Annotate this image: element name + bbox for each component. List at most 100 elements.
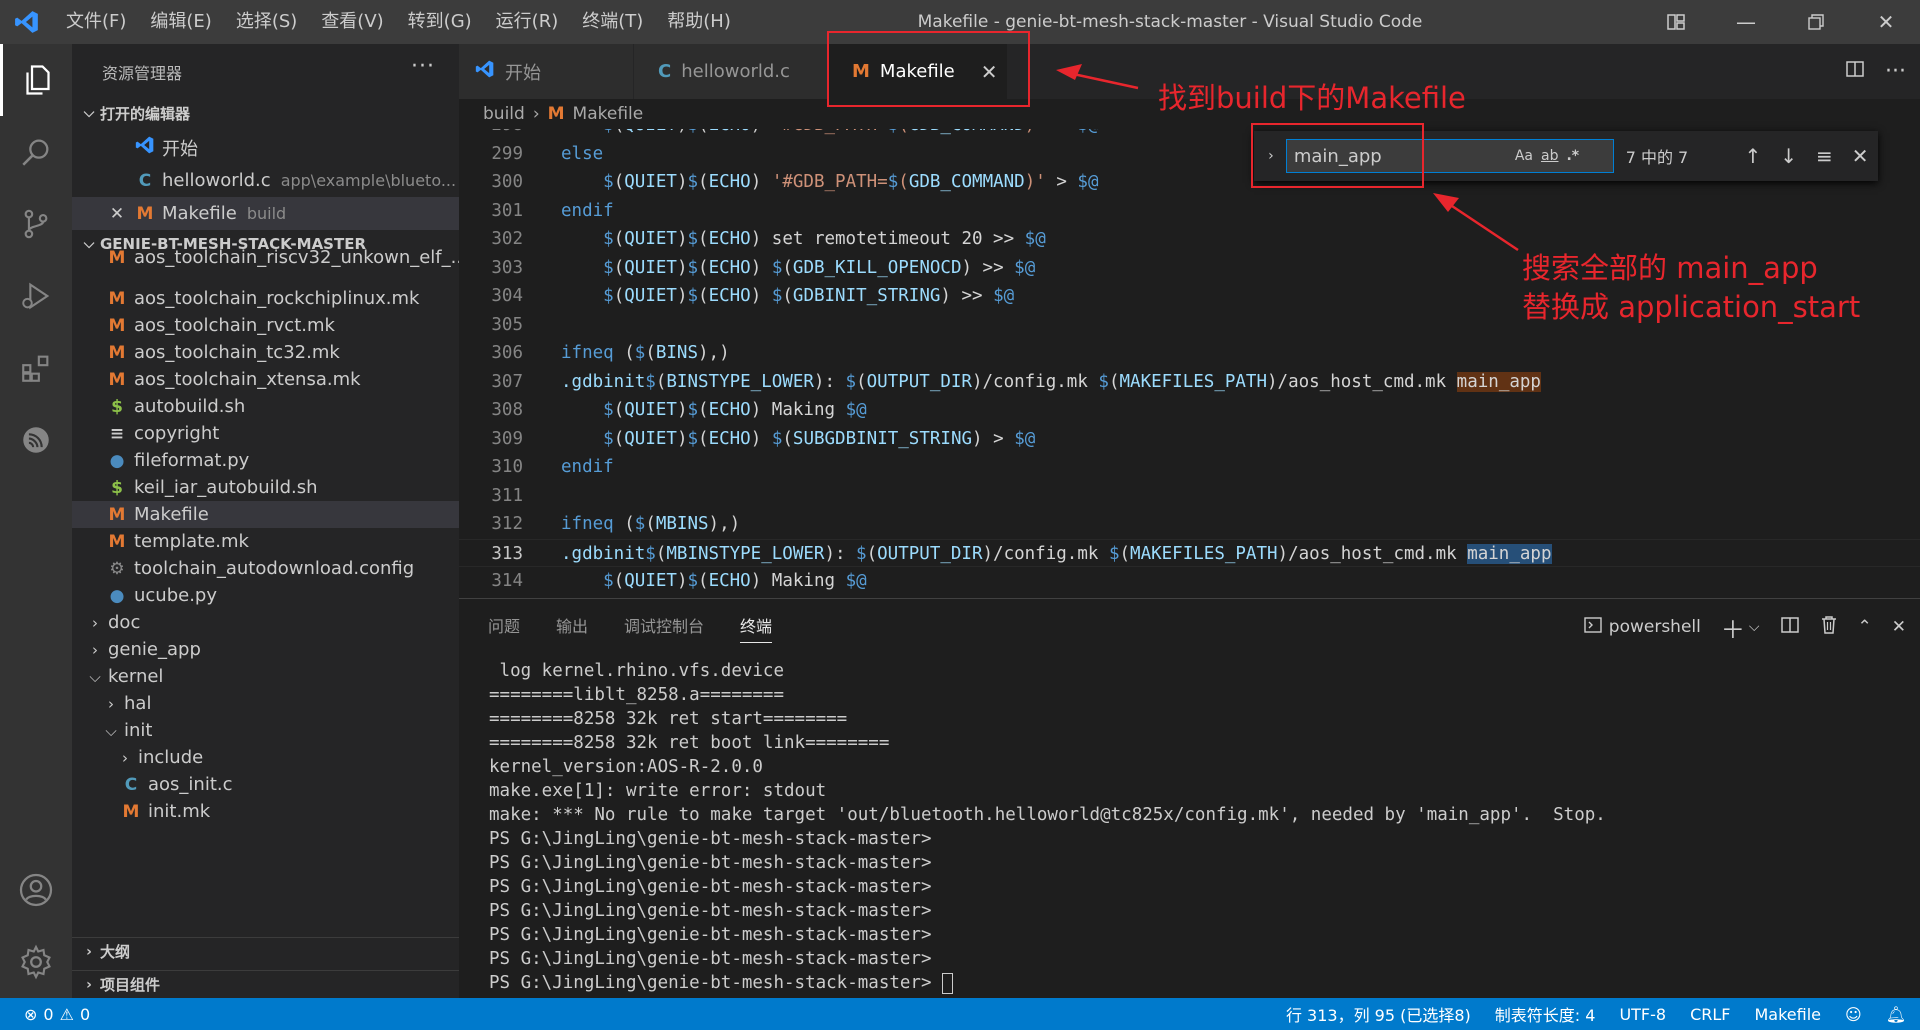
code-editor[interactable]: 298 $(QUIET)$(ECHO) '#GDB_PATH=$(GDB_COM… bbox=[459, 129, 1920, 598]
breadcrumb-file[interactable]: Makefile bbox=[573, 104, 644, 124]
code-line[interactable]: 311 bbox=[459, 482, 1920, 511]
add-terminal-icon[interactable]: ＋ bbox=[1721, 610, 1745, 645]
code-line[interactable]: 301 endif bbox=[459, 197, 1920, 226]
open-editors-section[interactable]: ⌵ 打开的编辑器 bbox=[72, 99, 459, 127]
folder-item[interactable]: › genie_app bbox=[72, 636, 459, 663]
components-section[interactable]: › 项目组件 bbox=[72, 970, 459, 998]
regex-icon[interactable]: .* bbox=[1566, 148, 1579, 164]
file-item[interactable]: Maos_toolchain_rockchiplinux.mk bbox=[72, 285, 459, 312]
menu-go[interactable]: 转到(G) bbox=[396, 0, 484, 44]
c-file-icon: C bbox=[658, 61, 672, 82]
whole-word-icon[interactable]: ab bbox=[1541, 148, 1558, 164]
file-item[interactable]: Maos_toolchain_tc32.mk bbox=[72, 339, 459, 366]
terminal-output[interactable]: log kernel.rhino.vfs.device ========liblt… bbox=[489, 659, 1606, 995]
file-item[interactable]: Caos_init.c bbox=[72, 771, 459, 798]
file-item[interactable]: Maos_toolchain_riscv32_unkown_elf_... bbox=[72, 244, 459, 271]
menu-file[interactable]: 文件(F) bbox=[54, 0, 138, 44]
arrow-up-icon[interactable]: ↑ bbox=[1735, 144, 1771, 168]
code-line[interactable]: 310 endif bbox=[459, 453, 1920, 482]
code-line[interactable]: 313 .gdbinit$(MBINSTYPE_LOWER): $(OUTPUT_… bbox=[459, 538, 1920, 567]
file-item[interactable]: Maos_toolchain_rvct.mk bbox=[72, 312, 459, 339]
account-icon[interactable] bbox=[0, 854, 72, 926]
folder-item[interactable]: › include bbox=[72, 744, 459, 771]
close-window-icon[interactable]: ✕ bbox=[1856, 0, 1916, 44]
warning-icon[interactable]: ⚠ bbox=[60, 1005, 74, 1024]
trash-icon[interactable] bbox=[1820, 615, 1838, 640]
file-item[interactable]: Mtemplate.mk bbox=[72, 528, 459, 555]
panel-tab-terminal[interactable]: 终端 bbox=[740, 599, 773, 655]
folder-item[interactable]: ⌵ init bbox=[72, 717, 459, 744]
minimize-icon[interactable]: — bbox=[1716, 0, 1776, 44]
menu-run[interactable]: 运行(R) bbox=[484, 0, 571, 44]
menu-terminal[interactable]: 终端(T) bbox=[570, 0, 655, 44]
error-count[interactable]: 0 bbox=[43, 1005, 53, 1024]
terminal-line: make: *** No rule to make target 'out/bl… bbox=[489, 803, 1606, 827]
cursor-position[interactable]: 行 313，列 95 (已选择8) bbox=[1286, 1002, 1471, 1026]
encoding[interactable]: UTF-8 bbox=[1619, 1005, 1666, 1024]
menu-edit[interactable]: 编辑(E) bbox=[138, 0, 223, 44]
run-debug-icon[interactable] bbox=[0, 260, 72, 332]
open-editor-item[interactable]: 开始 bbox=[72, 131, 459, 164]
source-control-icon[interactable] bbox=[0, 188, 72, 260]
split-editor-icon[interactable] bbox=[1845, 59, 1865, 84]
folder-item[interactable]: › hal bbox=[72, 690, 459, 717]
language-mode[interactable]: Makefile bbox=[1754, 1005, 1821, 1024]
file-item[interactable]: $ autobuild.sh bbox=[72, 393, 459, 420]
file-item[interactable]: $ keil_iar_autobuild.sh bbox=[72, 474, 459, 501]
explorer-icon[interactable] bbox=[0, 44, 72, 116]
menu-view[interactable]: 查看(V) bbox=[309, 0, 395, 44]
settings-gear-icon[interactable] bbox=[0, 926, 72, 998]
restore-icon[interactable] bbox=[1786, 0, 1846, 44]
file-item[interactable]: ● fileformat.py bbox=[72, 447, 459, 474]
folder-item[interactable]: ⌵ kernel bbox=[72, 663, 459, 690]
makefile-icon: M bbox=[108, 342, 126, 363]
warning-count[interactable]: 0 bbox=[80, 1005, 90, 1024]
layout-toggle-icon[interactable] bbox=[1646, 0, 1706, 44]
panel-tab-problems[interactable]: 问题 bbox=[488, 599, 520, 655]
close-panel-icon[interactable]: ✕ bbox=[1892, 617, 1906, 637]
indentation[interactable]: 制表符长度: 4 bbox=[1495, 1002, 1596, 1026]
menu-selection[interactable]: 选择(S) bbox=[224, 0, 309, 44]
file-item[interactable]: M Makefile bbox=[72, 501, 459, 528]
tab-helloworld[interactable]: C helloworld.c bbox=[634, 44, 828, 99]
file-item[interactable]: ≡ copyright bbox=[72, 420, 459, 447]
close-find-icon[interactable]: ✕ bbox=[1842, 144, 1878, 168]
extensions-icon[interactable] bbox=[0, 332, 72, 404]
breadcrumb-folder[interactable]: build bbox=[483, 104, 525, 124]
feedback-icon[interactable]: ☺ bbox=[1845, 1005, 1862, 1024]
code-line[interactable]: 314 $(QUIET)$(ECHO) Making $@ bbox=[459, 567, 1920, 596]
chevron-down-icon[interactable]: ⌵ bbox=[1749, 619, 1760, 635]
outline-section[interactable]: › 大纲 bbox=[72, 937, 459, 965]
arrow-down-icon[interactable]: ↓ bbox=[1771, 144, 1807, 168]
code-line[interactable]: 308 $(QUIET)$(ECHO) Making $@ bbox=[459, 396, 1920, 425]
more-actions-icon[interactable]: ··· bbox=[1885, 59, 1906, 84]
line-ending[interactable]: CRLF bbox=[1690, 1005, 1730, 1024]
panel-tab-debug-console[interactable]: 调试控制台 bbox=[624, 599, 704, 655]
file-item[interactable]: Minit.mk bbox=[72, 798, 459, 825]
search-icon[interactable] bbox=[0, 116, 72, 188]
find-in-selection-icon[interactable]: ≡ bbox=[1806, 144, 1842, 168]
folder-item[interactable]: › doc bbox=[72, 609, 459, 636]
open-editor-item[interactable]: C helloworld.c app\example\blueto... bbox=[72, 164, 459, 197]
espressif-icon[interactable] bbox=[0, 404, 72, 476]
close-icon[interactable]: ✕ bbox=[106, 204, 128, 224]
code-line[interactable]: 312 ifneq ($(MBINS),) bbox=[459, 510, 1920, 539]
file-item[interactable]: Maos_toolchain_xtensa.mk bbox=[72, 366, 459, 393]
terminal-shell-name[interactable]: powershell bbox=[1609, 617, 1701, 637]
error-icon[interactable]: ⊗ bbox=[24, 1005, 37, 1024]
code-text: .gdbinit$(BINSTYPE_LOWER): $(OUTPUT_DIR)… bbox=[561, 371, 1541, 392]
more-actions-icon[interactable]: ··· bbox=[411, 54, 435, 79]
file-item[interactable]: ⚙ toolchain_autodownload.config bbox=[72, 555, 459, 582]
match-case-icon[interactable]: Aa bbox=[1515, 148, 1533, 164]
notifications-bell-icon[interactable]: 🔔︎ bbox=[1886, 1005, 1906, 1024]
code-line[interactable]: 309 $(QUIET)$(ECHO) $(SUBGDBINIT_STRING)… bbox=[459, 425, 1920, 454]
code-line[interactable]: 307 .gdbinit$(BINSTYPE_LOWER): $(OUTPUT_D… bbox=[459, 368, 1920, 397]
code-line[interactable]: 306 ifneq ($(BINS),) bbox=[459, 339, 1920, 368]
panel-tab-output[interactable]: 输出 bbox=[556, 599, 588, 655]
file-item[interactable]: ● ucube.py bbox=[72, 582, 459, 609]
menu-help[interactable]: 帮助(H) bbox=[655, 0, 743, 44]
tab-welcome[interactable]: 开始 bbox=[459, 44, 634, 99]
open-editor-item-active[interactable]: ✕ M Makefile build bbox=[72, 197, 459, 230]
maximize-panel-icon[interactable]: ⌃ bbox=[1858, 617, 1872, 637]
split-terminal-icon[interactable] bbox=[1780, 615, 1800, 640]
